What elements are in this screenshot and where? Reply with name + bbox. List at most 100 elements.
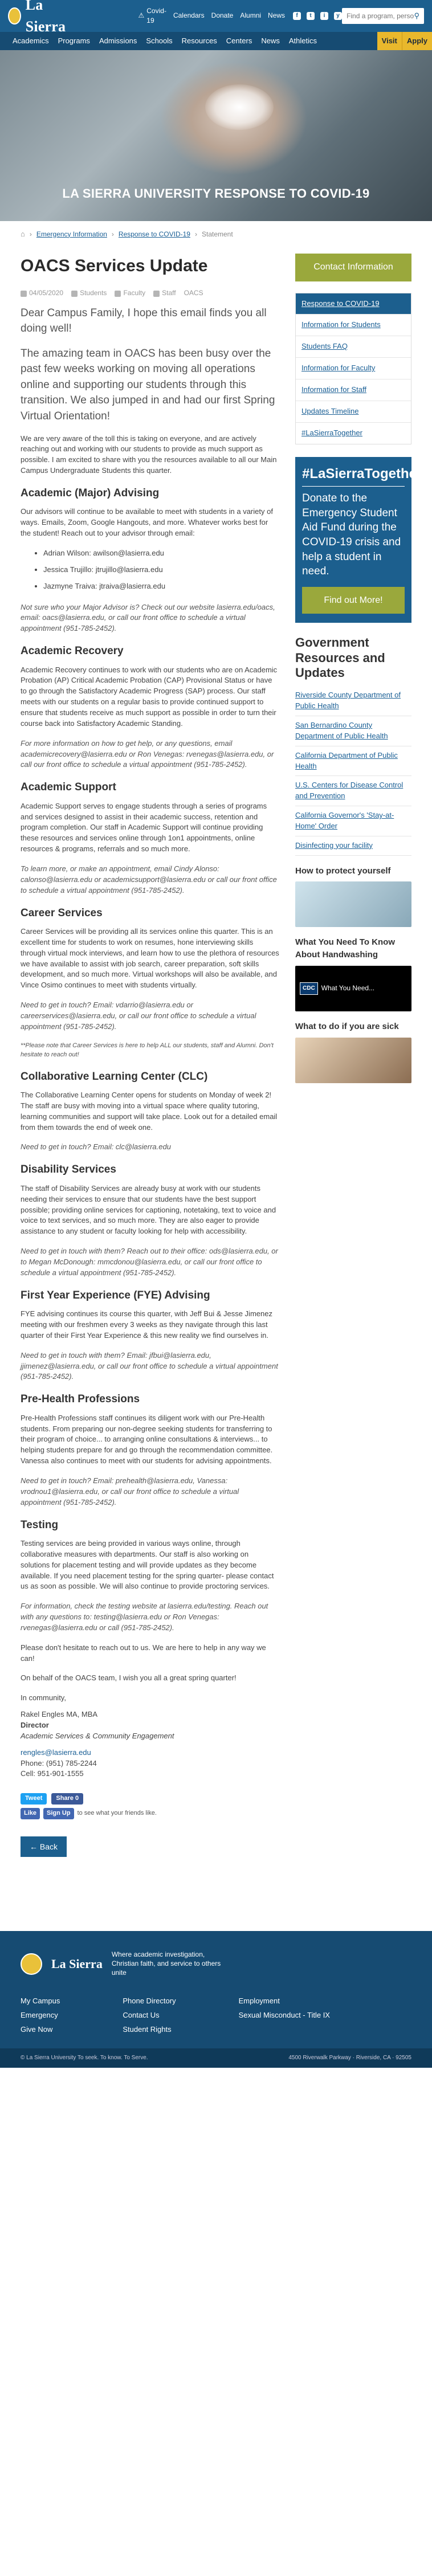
nav-resources[interactable]: Resources <box>177 32 222 50</box>
sidebar-item-students[interactable]: Information for Students <box>296 315 411 337</box>
nav-centers[interactable]: Centers <box>222 32 257 50</box>
footer-link[interactable]: My Campus <box>21 1994 60 2008</box>
instagram-icon[interactable]: i <box>320 12 329 20</box>
alumni-link[interactable]: Alumni <box>240 11 261 21</box>
nav-schools[interactable]: Schools <box>141 32 177 50</box>
section-note: Need to get in touch? Email: prehealth@l… <box>21 1476 239 1507</box>
footer-link[interactable]: Sexual Misconduct - Title IX <box>239 2008 330 2023</box>
search-icon[interactable]: ⚲ <box>414 11 419 22</box>
sidebar-item-staff[interactable]: Information for Staff <box>296 379 411 401</box>
footer-link[interactable]: Contact Us <box>123 2008 176 2023</box>
section-heading: First Year Experience (FYE) Advising <box>21 1289 210 1301</box>
find-out-more-button[interactable]: Find out More! <box>302 586 405 614</box>
like-button[interactable]: Like <box>21 1808 40 1820</box>
nav-admissions[interactable]: Admissions <box>95 32 141 50</box>
sidebar-item-faculty[interactable]: Information for Faculty <box>296 358 411 380</box>
news-link[interactable]: News <box>268 11 285 21</box>
section-heading: Disability Services <box>21 1164 116 1176</box>
handwashing-video[interactable]: CDC What You Need... <box>295 965 411 1011</box>
soap-foam-image <box>205 84 274 130</box>
twitter-icon[interactable]: t <box>307 12 315 20</box>
gov-link[interactable]: California Governor's 'Stay-at-Home' Ord… <box>295 806 411 836</box>
gov-link[interactable]: San Bernardino County Department of Publ… <box>295 716 411 746</box>
address: 4500 Riverwalk Parkway · Riverside, CA ·… <box>288 2054 411 2061</box>
like-text: to see what your friends like. <box>77 1810 157 1817</box>
section-body: Career Services will be providing all it… <box>21 927 279 990</box>
article: OACS Services Update 04/05/2020 Students… <box>21 248 279 1886</box>
youtube-icon[interactable]: y <box>334 12 343 20</box>
if-sick-image[interactable] <box>295 1037 411 1083</box>
calendars-link[interactable]: Calendars <box>173 11 205 21</box>
list-item[interactable]: Jessica Trujillo: jtrujillo@lasierra.edu <box>43 565 279 575</box>
facebook-like-bar: Like Sign Up to see what your friends li… <box>21 1808 279 1820</box>
covid-link[interactable]: ⚠ Covid-19 <box>138 6 166 26</box>
sidebar-item-timeline[interactable]: Updates Timeline <box>296 401 411 423</box>
footer-link[interactable]: Phone Directory <box>123 1994 176 2008</box>
nav-news[interactable]: News <box>256 32 284 50</box>
signer-phone[interactable]: Phone: (951) 785-2244 <box>21 1758 279 1769</box>
video-title: How to protect yourself <box>295 866 391 876</box>
list-item[interactable]: Adrian Wilson: awilson@lasierra.edu <box>43 548 279 559</box>
main-nav: Academics Programs Admissions Schools Re… <box>0 32 432 50</box>
breadcrumb-emergency[interactable]: Emergency Information <box>36 230 107 239</box>
section-heading: Pre-Health Professions <box>21 1393 140 1406</box>
lead-summary: The amazing team in OACS has been busy o… <box>21 347 275 423</box>
section-heading: Academic (Major) Advising <box>21 487 160 499</box>
donate-link[interactable]: Donate <box>211 11 234 21</box>
sidebar-item-together[interactable]: #LaSierraTogether <box>296 423 411 444</box>
back-button[interactable]: ← Back <box>21 1836 67 1858</box>
advisor-list: Adrian Wilson: awilson@lasierra.edu Jess… <box>43 548 279 592</box>
footer-link[interactable]: Give Now <box>21 2023 60 2037</box>
nav-programs[interactable]: Programs <box>54 32 95 50</box>
sidebar: Contact Information Response to COVID-19… <box>295 248 422 1886</box>
section-body: FYE advising continues its course this q… <box>21 1309 272 1340</box>
signer-email[interactable]: rengles@lasierra.edu <box>21 1748 91 1757</box>
video-title: What to do if you are sick <box>295 1021 399 1031</box>
section-body: Pre-Health Professions staff continues i… <box>21 1413 273 1465</box>
section-note: To learn more, or make an appointment, e… <box>21 864 277 895</box>
tweet-button[interactable]: Tweet <box>21 1793 47 1805</box>
facebook-icon[interactable]: f <box>293 12 301 20</box>
sidebar-item-faq[interactable]: Students FAQ <box>296 336 411 358</box>
facebook-share-button[interactable]: Share 0 <box>51 1793 84 1805</box>
footer-col: My Campus Emergency Give Now <box>21 1994 60 2037</box>
breadcrumb-current: Statement <box>201 230 233 238</box>
signup-button[interactable]: Sign Up <box>43 1808 74 1820</box>
gov-link[interactable]: Riverside County Department of Public He… <box>295 686 411 717</box>
footer-link[interactable]: Emergency <box>21 2008 60 2023</box>
tag-students[interactable]: Students <box>71 288 107 298</box>
home-icon[interactable]: ⌂ <box>21 229 25 240</box>
footer-logo[interactable]: La Sierra <box>51 1955 103 1973</box>
page-title: OACS Services Update <box>21 256 208 275</box>
nav-academics[interactable]: Academics <box>8 32 54 50</box>
list-item[interactable]: Jazmyne Traiva: jtraiva@lasierra.edu <box>43 581 279 592</box>
tag-oacs[interactable]: OACS <box>184 288 203 298</box>
gov-link[interactable]: California Department of Public Health <box>295 746 411 777</box>
nav-athletics[interactable]: Athletics <box>284 32 321 50</box>
apply-button[interactable]: Apply <box>401 32 432 50</box>
tag-staff[interactable]: Staff <box>153 288 176 298</box>
protect-yourself-image[interactable] <box>295 881 411 928</box>
gov-link[interactable]: U.S. Centers for Disease Control and Pre… <box>295 776 411 807</box>
gov-link[interactable]: Disinfecting your facility <box>295 836 411 856</box>
folder-icon <box>71 290 78 297</box>
tag-label: Faculty <box>123 289 146 297</box>
section-note: Need to get in touch? Email: clc@lasierr… <box>21 1142 171 1152</box>
footer-col: Employment Sexual Misconduct - Title IX <box>239 1994 330 2037</box>
contact-information-button[interactable]: Contact Information <box>295 253 411 281</box>
sidebar-item-response[interactable]: Response to COVID-19 <box>296 293 411 315</box>
donate-promo: #LaSierraTogether Donate to the Emergenc… <box>295 456 422 623</box>
signer-cell[interactable]: Cell: 951-901-1555 <box>21 1769 279 1779</box>
breadcrumb-response[interactable]: Response to COVID-19 <box>119 230 190 239</box>
footer-link[interactable]: Employment <box>239 1994 330 2008</box>
article-date: 04/05/2020 <box>29 289 64 297</box>
tag-faculty[interactable]: Faculty <box>115 288 145 298</box>
section-body: The Collaborative Learning Center opens … <box>21 1091 278 1132</box>
section-heading: Academic Support <box>21 781 116 794</box>
seal-icon <box>8 7 21 25</box>
footer-link[interactable]: Student Rights <box>123 2023 176 2037</box>
breadcrumb-sep-icon: › <box>29 230 32 238</box>
folder-icon <box>153 290 160 297</box>
search-input[interactable] <box>347 12 414 20</box>
visit-button[interactable]: Visit <box>377 32 402 50</box>
